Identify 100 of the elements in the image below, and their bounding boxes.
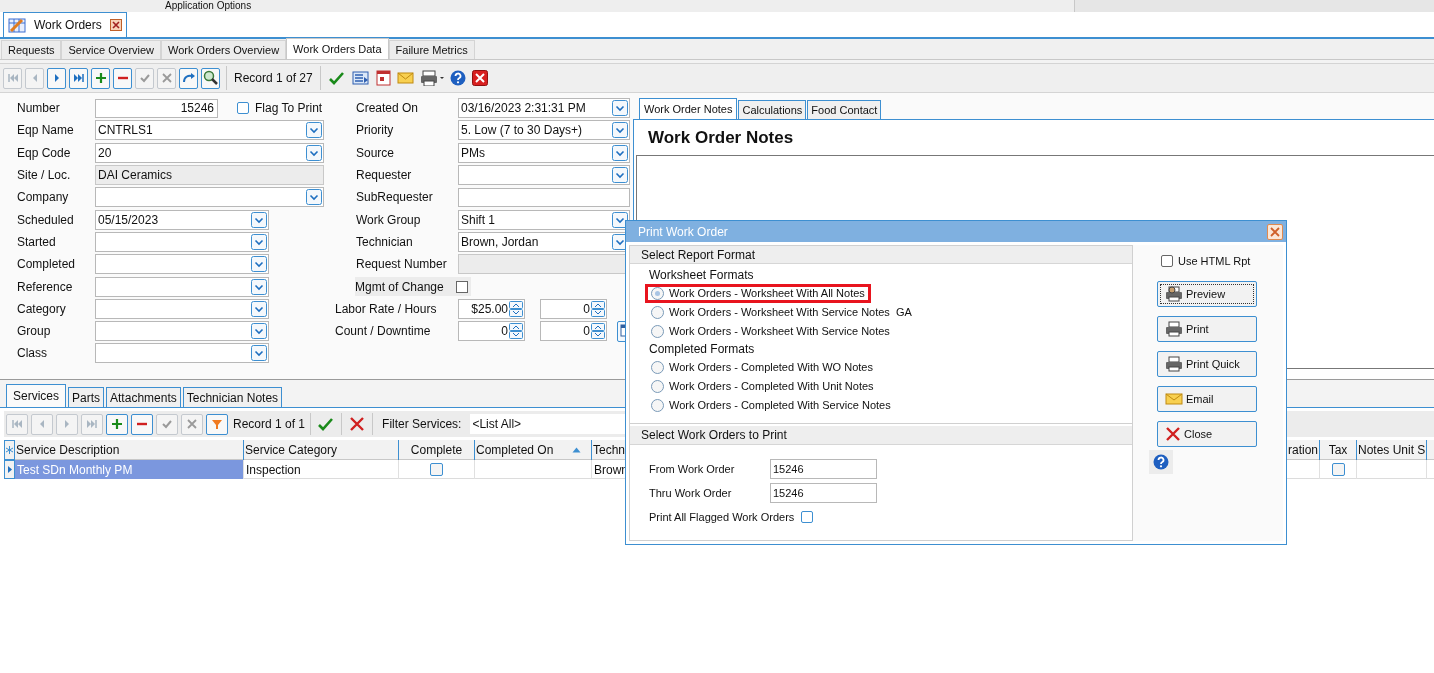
field-label: Company: [17, 189, 70, 207]
column-header[interactable]: Tax: [1320, 440, 1357, 460]
spin-arrows-icon: [591, 323, 605, 340]
field-label: Count / Downtime: [335, 323, 432, 341]
radio-button[interactable]: [651, 380, 664, 393]
dialog-button[interactable]: Close: [1157, 421, 1257, 447]
dialog-button[interactable]: Preview: [1157, 281, 1257, 307]
dropdown-field[interactable]: CNTRLS1: [95, 120, 324, 141]
radio-option[interactable]: Work Orders - Completed With Unit Notes: [645, 377, 880, 396]
radio-option[interactable]: Work Orders - Completed With WO Notes: [645, 358, 879, 377]
wrench-grid-icon: [8, 17, 26, 33]
search-icon: [202, 70, 219, 86]
field-label: Priority: [356, 122, 395, 140]
checkmark-icon: [327, 70, 346, 86]
envelope-icon: [1165, 392, 1183, 406]
field-label: Group: [17, 323, 52, 341]
checkbox[interactable]: [1331, 463, 1345, 476]
spin-field[interactable]: $25.00: [458, 298, 525, 319]
tab[interactable]: Food Contact: [807, 100, 882, 119]
dropdown-field[interactable]: [95, 187, 324, 208]
text-field[interactable]: 15246: [770, 459, 877, 479]
checkbox-label: Use HTML Rpt: [1178, 253, 1251, 269]
field-label: Mgmt of Change: [355, 278, 445, 296]
field-label: Thru Work Order: [649, 485, 733, 501]
dropdown-field[interactable]: [95, 231, 269, 252]
column-header[interactable]: Complete: [399, 440, 475, 460]
checkmark-icon: [317, 416, 336, 432]
dropdown-field[interactable]: [95, 343, 269, 364]
dropdown-field[interactable]: [95, 276, 269, 297]
tab[interactable]: Work Orders Data: [286, 38, 389, 59]
dropdown-field[interactable]: [95, 321, 269, 342]
field-label: Technician: [356, 233, 414, 251]
radio-option[interactable]: Work Orders - Worksheet With All Notes: [645, 284, 871, 303]
cancel-icon: [160, 72, 173, 84]
radio-button[interactable]: [651, 306, 664, 319]
dropdown-field[interactable]: 03/16/2023 2:31:31 PM: [458, 98, 630, 119]
radio-option[interactable]: Work Orders - Worksheet With Service Notes GA: [645, 303, 918, 322]
plus-icon: [94, 72, 107, 84]
text-field[interactable]: 15246: [770, 483, 877, 503]
field-label: Eqp Code: [17, 144, 72, 162]
document-tab[interactable]: Work Orders: [3, 12, 127, 37]
readonly-field: DAI Ceramics: [95, 165, 324, 186]
printer-icon: [1165, 356, 1183, 372]
column-header[interactable]: Completed On: [475, 440, 592, 460]
tab[interactable]: Services: [6, 384, 66, 407]
dropdown-field[interactable]: 20: [95, 142, 324, 163]
text-field[interactable]: [458, 187, 630, 207]
toolbar-button[interactable]: [113, 67, 132, 89]
radio-option[interactable]: Work Orders - Completed With Service Notes: [645, 396, 897, 415]
tab[interactable]: Requests: [1, 40, 62, 59]
field-label: Reference: [17, 278, 74, 296]
section-header: Select Work Orders to Print: [630, 426, 1132, 445]
plus-icon: [111, 418, 123, 430]
checkbox[interactable]: [430, 463, 443, 476]
radio-button[interactable]: [651, 361, 664, 374]
field-label: Request Number: [356, 256, 448, 274]
checkbox-label: Flag To Print: [255, 100, 323, 118]
toolbar-button[interactable]: [131, 413, 153, 435]
tab[interactable]: Failure Metrics: [388, 40, 475, 59]
tab[interactable]: Work Orders Overview: [161, 40, 287, 59]
printer-icon: [1165, 286, 1183, 302]
tab[interactable]: Service Overview: [61, 40, 162, 59]
close-button[interactable]: [1267, 223, 1283, 240]
dialog-button[interactable]: Print Quick: [1157, 351, 1257, 377]
field-label: Scheduled: [17, 211, 75, 229]
tab[interactable]: Parts: [68, 387, 105, 407]
radio-button[interactable]: [651, 325, 664, 338]
dropdown-field[interactable]: [458, 165, 630, 186]
spin-field[interactable]: 0: [458, 321, 525, 342]
dropdown-field[interactable]: 5. Low (7 to 30 Days+): [458, 120, 630, 141]
tab-title: Work Orders: [34, 17, 102, 34]
section-header: Select Report Format: [630, 246, 1132, 264]
tab[interactable]: Work Order Notes: [639, 98, 738, 119]
dropdown-field[interactable]: PMs: [458, 142, 630, 163]
radio-button[interactable]: [651, 287, 664, 300]
checkbox[interactable]: [801, 511, 814, 523]
dropdown-field[interactable]: Shift 1: [458, 209, 630, 230]
spin-field[interactable]: 0: [540, 298, 607, 319]
dropdown-field[interactable]: 05/15/2023: [95, 209, 269, 230]
dropdown-field[interactable]: [95, 254, 269, 275]
number-field[interactable]: 15246: [95, 98, 218, 118]
help-button[interactable]: [1149, 450, 1173, 474]
tab[interactable]: Technician Notes: [182, 387, 283, 407]
checkbox[interactable]: [456, 280, 468, 293]
close-icon: [471, 70, 488, 86]
checkbox[interactable]: [1161, 255, 1173, 267]
dialog-button[interactable]: Email: [1157, 386, 1257, 412]
first-record-icon: [11, 418, 23, 430]
cancel-icon: [349, 416, 366, 432]
radio-button[interactable]: [651, 399, 664, 412]
dropdown-field[interactable]: [95, 298, 269, 319]
column-header[interactable]: Notes Unit S: [1357, 440, 1427, 460]
tab[interactable]: Attachments: [106, 387, 181, 407]
radio-option[interactable]: Work Orders - Worksheet With Service Notes: [645, 322, 896, 341]
tab[interactable]: Calculations: [738, 100, 807, 119]
toolbar-button[interactable]: [201, 67, 220, 89]
spin-field[interactable]: 0: [540, 321, 607, 342]
dialog-button[interactable]: Print: [1157, 316, 1257, 342]
column-header[interactable]: Service Category: [244, 440, 399, 460]
checkbox[interactable]: [237, 102, 249, 115]
